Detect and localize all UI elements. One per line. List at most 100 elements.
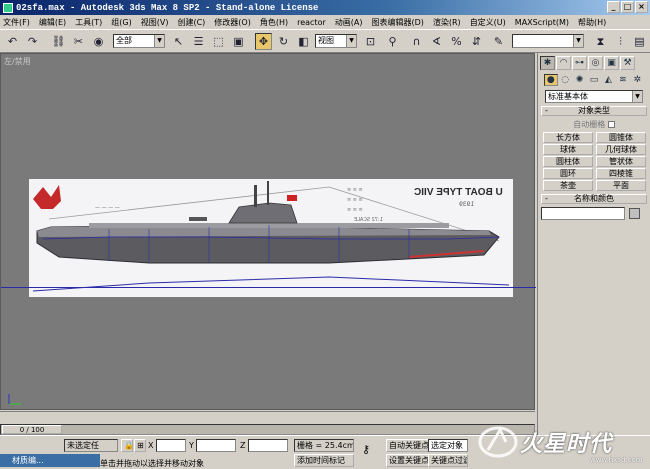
title-bar: 02sfa.max - Autodesk 3ds Max 8 SP2 - Sta… bbox=[0, 0, 650, 15]
helpers-icon[interactable]: ◭ bbox=[602, 74, 615, 86]
menu-tools[interactable]: 工具(T) bbox=[75, 17, 102, 28]
select-by-name-icon[interactable]: ☰ bbox=[190, 33, 207, 50]
manipulate-icon[interactable]: ⚲ bbox=[384, 33, 401, 50]
rectangular-selection-icon[interactable]: ⬚ bbox=[210, 33, 227, 50]
percent-snap-icon[interactable]: % bbox=[448, 33, 465, 50]
menu-help[interactable]: 帮助(H) bbox=[578, 17, 606, 28]
watermark-text: 火星时代 bbox=[520, 432, 613, 457]
menu-group[interactable]: 组(G) bbox=[111, 17, 131, 28]
maximize-button[interactable]: □ bbox=[621, 1, 634, 13]
unlink-icon[interactable]: ✂ bbox=[70, 33, 87, 50]
menu-customize[interactable]: 自定义(U) bbox=[470, 17, 506, 28]
chevron-down-icon: ▼ bbox=[154, 35, 164, 47]
angle-snap-icon[interactable]: ∢ bbox=[428, 33, 445, 50]
object-name-field[interactable] bbox=[541, 207, 625, 220]
menu-maxscript[interactable]: MAXScript(M) bbox=[515, 18, 569, 27]
y-coordinate-field[interactable] bbox=[196, 439, 236, 452]
teapot-button[interactable]: 茶壶 bbox=[543, 180, 593, 191]
align-icon[interactable]: ⫶ bbox=[612, 33, 629, 50]
display-tab-icon[interactable]: ▣ bbox=[604, 56, 619, 70]
window-crossing-icon[interactable]: ▣ bbox=[230, 33, 247, 50]
create-tab-icon[interactable]: ✱ bbox=[540, 56, 555, 70]
mirror-icon[interactable]: ⧗ bbox=[592, 33, 609, 50]
systems-icon[interactable]: ✲ bbox=[631, 74, 644, 86]
time-slider-thumb[interactable]: 0 / 100 bbox=[2, 425, 62, 434]
menu-character[interactable]: 角色(H) bbox=[260, 17, 288, 28]
pyramid-button[interactable]: 四棱锥 bbox=[596, 168, 646, 179]
menu-animation[interactable]: 动画(A) bbox=[335, 17, 363, 28]
cylinder-button[interactable]: 圆柱体 bbox=[543, 156, 593, 167]
close-button[interactable]: × bbox=[635, 1, 648, 13]
reference-coordinate-dropdown[interactable]: 视图 ▼ bbox=[315, 34, 357, 48]
select-and-scale-icon[interactable]: ◧ bbox=[295, 33, 312, 50]
left-viewport[interactable]: 左/禁用 — — — — ≡ ≡ ≡ ≡ ≡ ≡ ≡ ≡ ≡ U BOAT TY… bbox=[0, 53, 536, 410]
svg-text:≡ ≡ ≡: ≡ ≡ ≡ bbox=[347, 197, 363, 203]
pivot-center-icon[interactable]: ⊡ bbox=[362, 33, 379, 50]
viewport-label[interactable]: 左/禁用 bbox=[4, 56, 31, 67]
lights-icon[interactable]: ✺ bbox=[573, 74, 586, 86]
edit-named-selection-icon[interactable]: ✎ bbox=[490, 33, 507, 50]
track-bar[interactable] bbox=[0, 411, 535, 424]
autogrid-checkbox[interactable] bbox=[607, 121, 615, 128]
motion-tab-icon[interactable]: ◎ bbox=[588, 56, 603, 70]
object-type-rollout-header[interactable]: - 对象类型 bbox=[541, 106, 647, 116]
autogrid-label: 自动栅格 bbox=[573, 120, 606, 129]
undo-icon[interactable]: ↶ bbox=[4, 33, 21, 50]
select-link-icon[interactable]: ⛓ bbox=[50, 33, 67, 50]
add-time-tag-button[interactable]: 添加时间标记 bbox=[294, 454, 354, 467]
modify-tab-icon[interactable]: ◠ bbox=[556, 56, 571, 70]
minimize-button[interactable]: _ bbox=[607, 1, 620, 13]
redo-icon[interactable]: ↷ bbox=[24, 33, 41, 50]
blueprint-heading: U BOAT TYPE VIIC bbox=[414, 187, 503, 198]
auto-key-button[interactable]: 自动关键点 bbox=[386, 439, 432, 452]
svg-text:— — — —: — — — — bbox=[95, 205, 120, 211]
menu-edit[interactable]: 编辑(E) bbox=[39, 17, 66, 28]
key-filters-button[interactable]: 关键点过滤器 bbox=[428, 454, 468, 467]
select-and-move-icon[interactable]: ✥ bbox=[255, 33, 272, 50]
menu-file[interactable]: 文件(F) bbox=[3, 17, 30, 28]
spinner-snap-icon[interactable]: ⇵ bbox=[468, 33, 485, 50]
tube-button[interactable]: 管状体 bbox=[596, 156, 646, 167]
lock-selection-icon[interactable]: 🔒 bbox=[121, 439, 134, 452]
box-button[interactable]: 长方体 bbox=[543, 132, 593, 143]
snap-3d-icon[interactable]: ∩ bbox=[408, 33, 425, 50]
absolute-mode-icon[interactable]: ⊞ bbox=[134, 439, 146, 452]
menu-views[interactable]: 视图(V) bbox=[141, 17, 169, 28]
utilities-tab-icon[interactable]: ⚒ bbox=[620, 56, 635, 70]
taskbar-item[interactable]: 材质编... bbox=[0, 454, 100, 467]
menu-create[interactable]: 创建(C) bbox=[177, 17, 205, 28]
shapes-icon[interactable]: ◌ bbox=[559, 74, 572, 86]
plane-button[interactable]: 平面 bbox=[596, 180, 646, 191]
autogrid-option[interactable]: 自动栅格 bbox=[538, 119, 650, 130]
selection-filter-dropdown[interactable]: 全部 ▼ bbox=[113, 34, 165, 48]
submarine-blueprint-plane[interactable]: — — — — ≡ ≡ ≡ ≡ ≡ ≡ ≡ ≡ ≡ U BOAT TYPE VI… bbox=[29, 179, 513, 297]
geosphere-button[interactable]: 几何球体 bbox=[596, 144, 646, 155]
geometry-icon[interactable]: ● bbox=[544, 74, 558, 86]
named-selection-dropdown[interactable]: ▼ bbox=[512, 34, 584, 48]
set-key-icon[interactable]: ⚷ bbox=[360, 444, 382, 457]
torus-button[interactable]: 圆环 bbox=[543, 168, 593, 179]
layer-manager-icon[interactable]: ▤ bbox=[631, 33, 648, 50]
selected-object-dropdown[interactable]: 选定对象 bbox=[428, 439, 468, 452]
cameras-icon[interactable]: ▭ bbox=[587, 74, 600, 86]
set-key-button[interactable]: 设置关键点 bbox=[386, 454, 432, 467]
x-coordinate-field[interactable] bbox=[156, 439, 186, 452]
blueprint-scale: 1:72 SCALE bbox=[354, 217, 383, 223]
bind-space-warp-icon[interactable]: ◉ bbox=[90, 33, 107, 50]
sphere-button[interactable]: 球体 bbox=[543, 144, 593, 155]
select-and-rotate-icon[interactable]: ↻ bbox=[275, 33, 292, 50]
select-object-icon[interactable]: ↖ bbox=[170, 33, 187, 50]
hierarchy-tab-icon[interactable]: ⊶ bbox=[572, 56, 587, 70]
menu-graph-editors[interactable]: 图表编辑器(D) bbox=[371, 17, 423, 28]
z-coordinate-field[interactable] bbox=[248, 439, 288, 452]
space-warps-icon[interactable]: ≋ bbox=[616, 74, 629, 86]
name-color-rollout-header[interactable]: - 名称和颜色 bbox=[541, 194, 647, 204]
menu-rendering[interactable]: 渲染(R) bbox=[433, 17, 461, 28]
object-color-swatch[interactable] bbox=[629, 208, 640, 219]
prompt-line: 单击并拖动以选择并移动对象 bbox=[100, 459, 204, 468]
geometry-category-dropdown[interactable]: 标准基本体 ▼ bbox=[545, 90, 643, 103]
menu-reactor[interactable]: reactor bbox=[297, 18, 326, 27]
menu-modifiers[interactable]: 修改器(O) bbox=[214, 17, 251, 28]
time-slider[interactable]: 0 / 100 bbox=[0, 424, 535, 435]
cone-button[interactable]: 圆锥体 bbox=[596, 132, 646, 143]
